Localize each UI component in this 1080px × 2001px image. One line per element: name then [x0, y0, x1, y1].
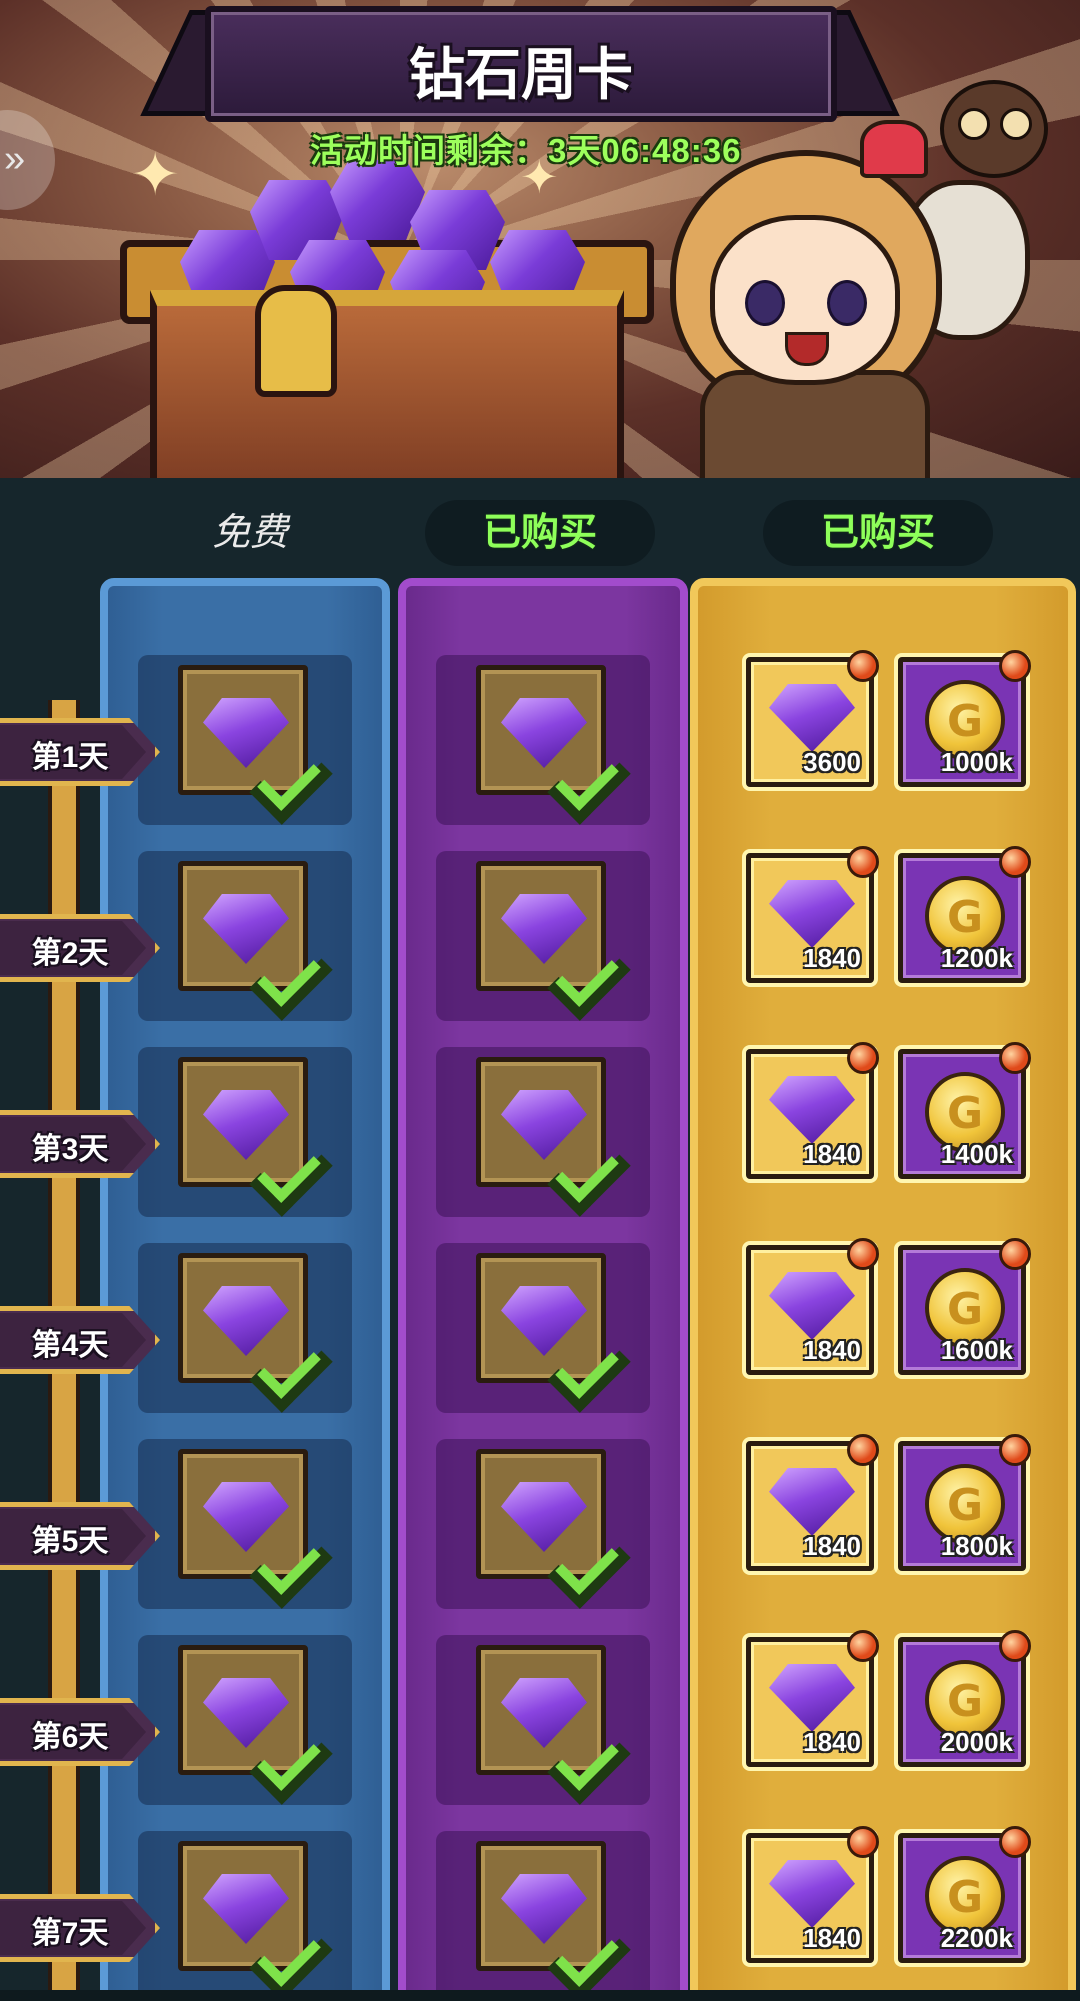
sparkle-icon: ✦ — [130, 141, 181, 208]
day-label: 第5天 — [31, 1525, 109, 1558]
checkmark-icon — [556, 1923, 632, 1979]
premium-coin-reward[interactable]: G 2200k — [898, 1826, 1031, 1963]
tier-2-purchased-badge: 已购买 — [425, 500, 655, 566]
fire-orb-icon — [999, 1434, 1031, 1466]
coin-amount: 1400k — [940, 1139, 1013, 1169]
day-label: 第4天 — [31, 1329, 109, 1362]
checkmark-icon — [258, 1531, 334, 1587]
premium-coin-reward[interactable]: G 2000k — [898, 1630, 1031, 1767]
gem-amount: 3600 — [803, 747, 861, 777]
title-plate: 钻石周卡 — [205, 6, 837, 122]
gem-icon — [769, 1664, 855, 1732]
fire-orb-icon — [999, 1042, 1031, 1074]
checkmark-icon — [258, 1335, 334, 1391]
chest-lock-icon — [255, 285, 337, 397]
gem-amount: 1840 — [803, 1335, 861, 1365]
checkmark-icon — [556, 943, 632, 999]
day-label: 第7天 — [31, 1917, 109, 1950]
day-tag: 第1天 — [0, 718, 160, 786]
premium-gem-reward[interactable]: 1840 — [746, 1630, 879, 1767]
gem-icon — [769, 1468, 855, 1536]
treasure-chest-icon — [150, 290, 624, 478]
free-reward-column — [100, 578, 390, 2001]
gem-amount: 1840 — [803, 1139, 861, 1169]
gem-amount: 1840 — [803, 1727, 861, 1757]
gem-icon — [769, 1272, 855, 1340]
day-tag: 第6天 — [0, 1698, 160, 1766]
fire-orb-icon — [999, 846, 1031, 878]
gem-icon — [769, 1860, 855, 1928]
day-tag: 第2天 — [0, 914, 160, 982]
checkmark-icon — [258, 1727, 334, 1783]
checkmark-icon — [556, 1139, 632, 1195]
fire-orb-icon — [999, 1238, 1031, 1270]
checkmark-icon — [556, 1335, 632, 1391]
coin-amount: 1600k — [940, 1335, 1013, 1365]
coin-amount: 2200k — [940, 1923, 1013, 1953]
fire-orb-icon — [847, 846, 879, 878]
premium-gem-reward[interactable]: 1840 — [746, 846, 879, 983]
gem-icon — [769, 684, 855, 752]
character-illustration — [640, 80, 1048, 478]
gem-icon — [769, 880, 855, 948]
fire-orb-icon — [999, 1826, 1031, 1858]
gem-pile-icon — [180, 160, 610, 330]
fire-orb-icon — [999, 1630, 1031, 1662]
checkmark-icon — [258, 747, 334, 803]
checkmark-icon — [556, 1727, 632, 1783]
day-label: 第6天 — [31, 1721, 109, 1754]
premium-coin-reward[interactable]: G 1800k — [898, 1434, 1031, 1571]
premium-gem-reward[interactable]: 1840 — [746, 1042, 879, 1179]
fire-orb-icon — [847, 1238, 879, 1270]
event-timer: 活动时间剩余：3天06:48:36 — [310, 132, 742, 169]
checkmark-icon — [258, 1139, 334, 1195]
day-tag: 第7天 — [0, 1894, 160, 1962]
checkmark-icon — [556, 747, 632, 803]
tier-3-purchased-badge: 已购买 — [763, 500, 993, 566]
fire-orb-icon — [847, 1434, 879, 1466]
bottom-edge — [0, 1990, 1080, 2001]
premium-gem-reward[interactable]: 3600 — [746, 650, 879, 787]
fire-orb-icon — [999, 650, 1031, 682]
premium-coin-reward[interactable]: G 1400k — [898, 1042, 1031, 1179]
day-label: 第1天 — [31, 741, 109, 774]
premium-gem-reward[interactable]: 1840 — [746, 1826, 879, 1963]
gem-amount: 1840 — [803, 1923, 861, 1953]
page-title: 钻石周卡 — [409, 43, 633, 106]
gem-amount: 1840 — [803, 1531, 861, 1561]
premium-coin-reward[interactable]: G 1600k — [898, 1238, 1031, 1375]
checkmark-icon — [258, 1923, 334, 1979]
paid-reward-column — [398, 578, 688, 2001]
fire-orb-icon — [847, 650, 879, 682]
checkmark-icon — [258, 943, 334, 999]
coin-amount: 1000k — [940, 747, 1013, 777]
day-label: 第3天 — [31, 1133, 109, 1166]
banner: ✦ ✦ ✦ 钻石周卡 活动时间剩余：3天06:48:36 » — [0, 0, 1080, 478]
day-tag: 第5天 — [0, 1502, 160, 1570]
premium-gem-reward[interactable]: 1840 — [746, 1434, 879, 1571]
gem-amount: 1840 — [803, 943, 861, 973]
premium-reward-column: 3600 G 1000k 1840 G 1200k 1840 G 1400k 1840 G 1600k… — [690, 578, 1076, 2001]
fire-orb-icon — [847, 1630, 879, 1662]
coin-amount: 1800k — [940, 1531, 1013, 1561]
owl-icon — [940, 80, 1048, 178]
day-label: 第2天 — [31, 937, 109, 970]
day-tag: 第3天 — [0, 1110, 160, 1178]
fire-orb-icon — [847, 1826, 879, 1858]
premium-gem-reward[interactable]: 1840 — [746, 1238, 879, 1375]
checkmark-icon — [556, 1531, 632, 1587]
fire-orb-icon — [847, 1042, 879, 1074]
premium-coin-reward[interactable]: G 1000k — [898, 650, 1031, 787]
coin-amount: 2000k — [940, 1727, 1013, 1757]
coin-amount: 1200k — [940, 943, 1013, 973]
hair-bow-icon — [860, 120, 928, 178]
chevron-right-icon: » — [4, 138, 26, 180]
tier-free-label: 免费 — [211, 512, 288, 554]
day-tag: 第4天 — [0, 1306, 160, 1374]
gem-icon — [769, 1076, 855, 1144]
premium-coin-reward[interactable]: G 1200k — [898, 846, 1031, 983]
